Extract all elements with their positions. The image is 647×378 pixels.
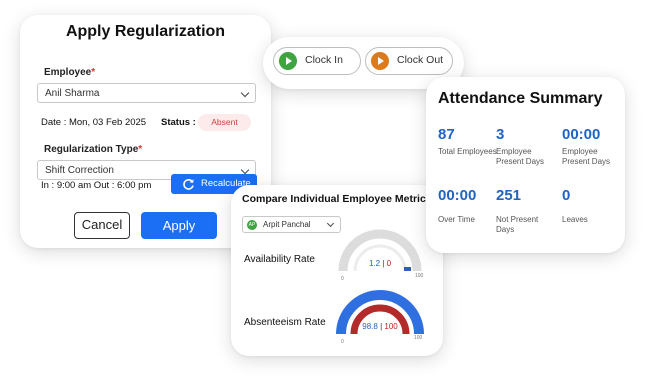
play-icon	[279, 52, 297, 70]
play-icon	[371, 52, 389, 70]
stat-label: Total Employees	[438, 147, 497, 156]
stat-value: 00:00	[562, 126, 601, 143]
refresh-icon	[183, 179, 194, 190]
stat-value: 0	[562, 187, 571, 204]
absenteeism-rate-label: Absenteeism Rate	[244, 317, 326, 328]
date-text: Date : Mon, 03 Feb 2025	[41, 117, 147, 128]
regularization-type-label: Regularization Type*	[44, 144, 143, 155]
stat-total-employees: 87 Total Employees	[438, 126, 498, 157]
stat-not-present-days: 251 Not Present Days	[496, 187, 548, 234]
chevron-down-icon	[240, 88, 250, 98]
required-mark: *	[91, 67, 96, 78]
stat-over-time: 00:00 Over Time	[438, 187, 498, 225]
attendance-summary-title: Attendance Summary	[438, 90, 603, 107]
clock-out-button[interactable]: Clock Out	[365, 47, 453, 75]
stat-leaves: 0 Leaves	[562, 187, 622, 225]
employee-dropdown-value: Arpit Panchal	[263, 220, 311, 229]
chevron-down-icon	[326, 219, 335, 228]
absenteeism-value-b: 100	[384, 322, 398, 331]
cancel-button[interactable]: Cancel	[74, 212, 130, 239]
availability-values: 1.2 | 0	[368, 259, 392, 268]
absenteeism-value-a: 98.8	[362, 322, 378, 331]
compare-title: Compare Individual Employee Metric	[242, 193, 426, 205]
compare-metrics-card: Compare Individual Employee Metric AP Ar…	[231, 185, 443, 356]
required-mark: *	[138, 144, 143, 155]
employee-dropdown[interactable]: AP Arpit Panchal	[242, 216, 341, 233]
absenteeism-max: 100	[414, 335, 423, 341]
stat-employee-present-days-time: 00:00 Employee Present Days	[562, 126, 622, 166]
status-badge: Absent	[198, 114, 251, 131]
stat-value: 87	[438, 126, 455, 143]
availability-gauge-marker	[404, 267, 411, 271]
chevron-down-icon	[240, 165, 250, 175]
employee-select-value: Anil Sharma	[45, 88, 100, 99]
availability-value-a: 1.2	[368, 259, 381, 268]
absenteeism-values: 98.8 | 100	[362, 322, 398, 331]
status-label: Status :	[161, 117, 196, 128]
stat-label: Employee Present Days	[496, 147, 545, 166]
avatar: AP	[247, 220, 257, 230]
clock-in-label: Clock In	[305, 54, 343, 66]
stat-value: 00:00	[438, 187, 477, 204]
attendance-summary-card: Attendance Summary 87 Total Employees 3 …	[426, 77, 625, 253]
in-out-time: In : 9:00 am Out : 6:00 pm	[41, 180, 152, 191]
availability-min: 0	[341, 276, 344, 282]
clock-out-label: Clock Out	[397, 54, 444, 66]
clock-in-button[interactable]: Clock In	[273, 47, 361, 75]
regularization-type-value: Shift Correction	[45, 165, 114, 176]
stat-label: Employee Present Days	[562, 147, 611, 166]
absenteeism-gauge	[336, 290, 424, 335]
stat-employee-present-days: 3 Employee Present Days	[496, 126, 556, 166]
availability-gauge	[338, 229, 422, 272]
availability-value-b: 0	[386, 259, 392, 268]
apply-button[interactable]: Apply	[141, 212, 217, 239]
stat-label: Not Present Days	[496, 215, 539, 234]
employee-label: Employee*	[44, 67, 96, 78]
stat-value: 251	[496, 187, 522, 204]
availability-rate-label: Availability Rate	[244, 254, 315, 265]
employee-select[interactable]: Anil Sharma	[37, 83, 256, 103]
absenteeism-min: 0	[341, 339, 344, 345]
stat-label: Over Time	[438, 215, 475, 224]
stat-label: Leaves	[562, 215, 588, 224]
availability-max: 100	[415, 273, 424, 279]
regularization-title: Apply Regularization	[65, 23, 226, 40]
stat-value: 3	[496, 126, 505, 143]
